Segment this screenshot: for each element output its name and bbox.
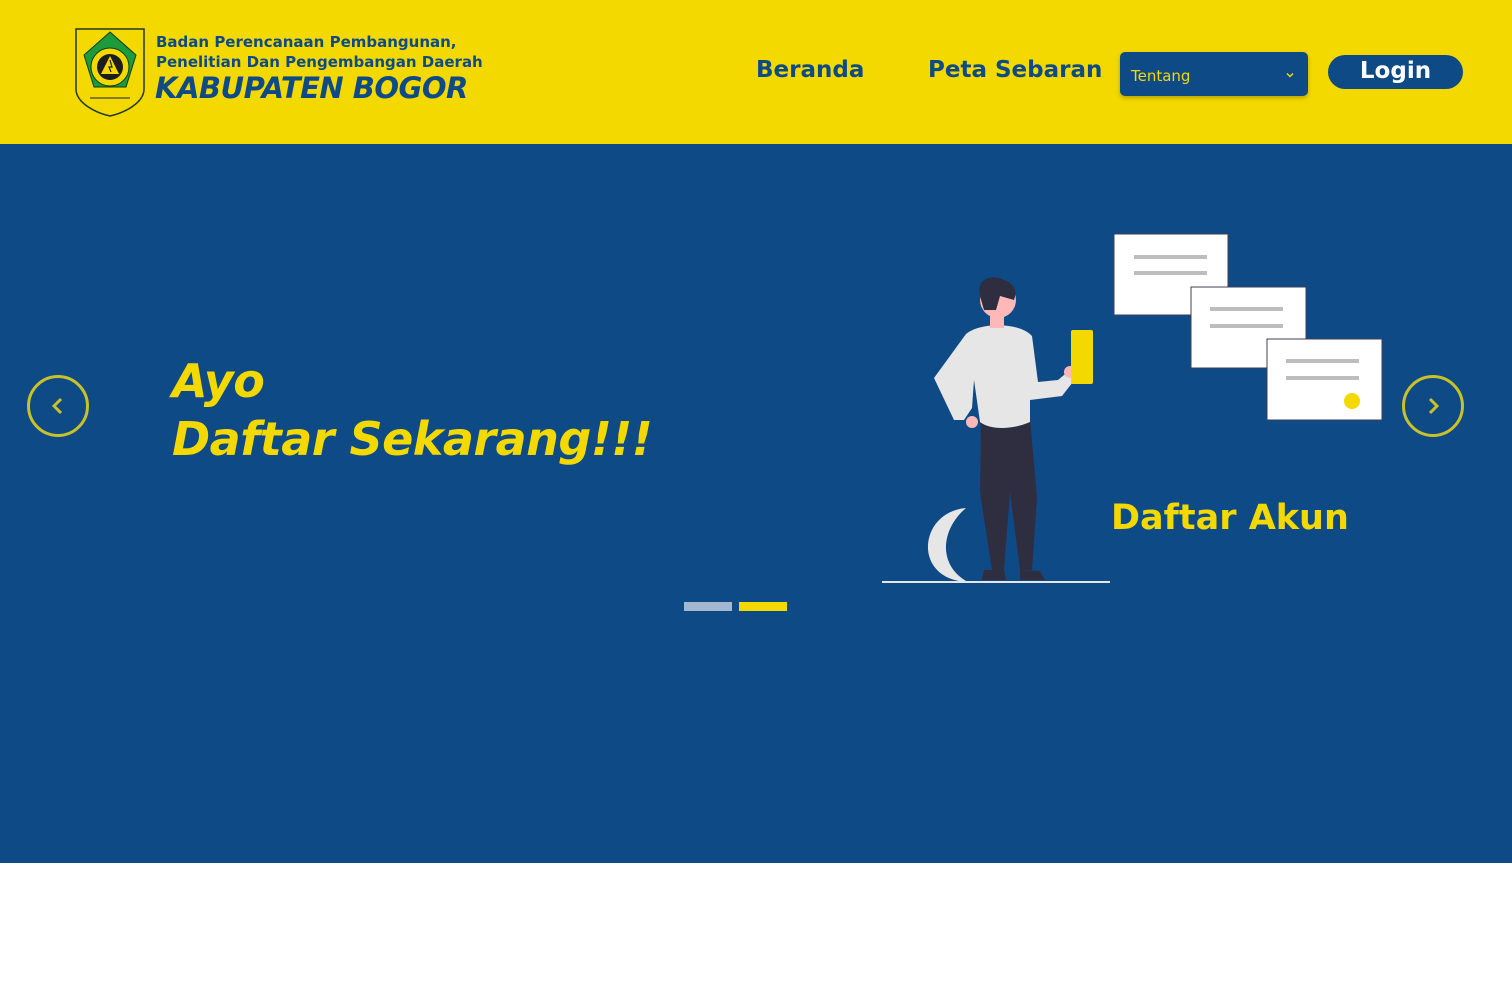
hero-headline-line2: Daftar Sekarang!!! — [172, 412, 653, 466]
chevron-right-icon — [1428, 397, 1440, 415]
carousel-indicator-2-active[interactable] — [739, 602, 787, 611]
tentang-select[interactable]: Tentang — [1120, 52, 1308, 96]
carousel-indicator-1[interactable] — [684, 602, 732, 611]
hero-carousel: Ayo Daftar Sekarang!!! Daftar Akun — [0, 144, 1512, 863]
invoice-card-icon — [1266, 338, 1383, 421]
chevron-left-icon — [51, 397, 63, 415]
carousel-prev-button[interactable] — [27, 375, 89, 437]
nav-link-beranda[interactable]: Beranda — [756, 57, 864, 83]
brand-title[interactable]: KABUPATEN BOGOR — [155, 71, 468, 105]
nav-link-peta-sebaran[interactable]: Peta Sebaran — [928, 57, 1102, 83]
slide-caption: Daftar Akun — [1111, 498, 1349, 538]
chevron-down-icon — [1284, 66, 1296, 78]
kabupaten-bogor-emblem-icon[interactable] — [74, 27, 146, 117]
hero-headline-line1: Ayo — [172, 354, 265, 408]
site-header: Badan Perencanaan Pembangunan, Penelitia… — [0, 0, 1512, 144]
brand-agency-line2: Penelitian Dan Pengembangan Daerah — [156, 53, 483, 71]
carousel-next-button[interactable] — [1402, 375, 1464, 437]
login-button[interactable]: Login — [1328, 55, 1463, 89]
brand-agency-line1: Badan Perencanaan Pembangunan, — [156, 33, 457, 51]
tentang-select-value: Tentang — [1131, 67, 1191, 85]
